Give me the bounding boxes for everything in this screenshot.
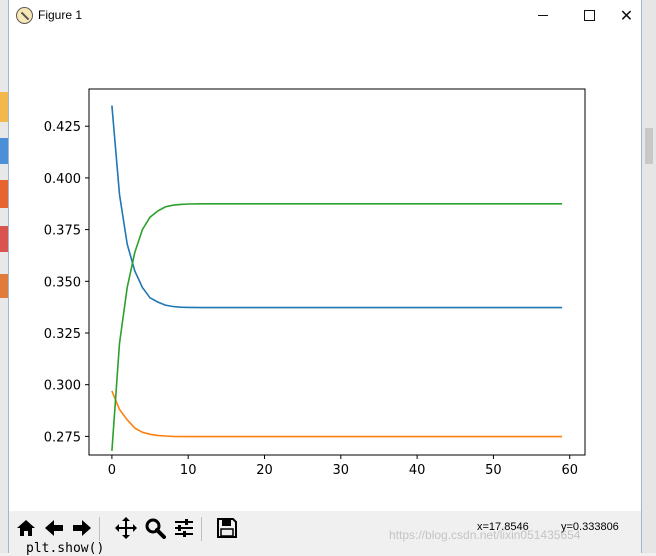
figure-canvas[interactable]: 0 10 20 30 40 50 60 0.275 0.300 0.325 0.350 0.375 0.… [9, 31, 641, 511]
cursor-y-readout: y=0.333806 [561, 521, 619, 533]
forward-icon [73, 520, 91, 536]
close-icon: ✕ [619, 5, 634, 25]
y-tick-label: 0.425 [44, 120, 81, 135]
background-app-tile [0, 226, 8, 252]
x-tick-label: 10 [180, 463, 197, 478]
axes-frame [88, 88, 586, 456]
y-tick-label: 0.325 [44, 327, 81, 342]
x-tick-label: 0 [108, 463, 116, 478]
x-tick-label: 20 [256, 463, 273, 478]
home-icon [17, 520, 35, 536]
y-tick-label: 0.375 [44, 224, 81, 239]
maximize-icon [583, 10, 595, 21]
background-code-text: plt.show() [26, 541, 105, 556]
background-app-tile [0, 138, 8, 164]
zoom-icon [145, 518, 166, 539]
minimize-icon [538, 15, 548, 16]
y-tick-label: 0.275 [44, 430, 81, 445]
x-tick-label: 50 [485, 463, 502, 478]
matplotlib-icon [16, 7, 33, 24]
back-icon [45, 520, 63, 536]
close-button[interactable]: ✕ [612, 0, 641, 31]
background-scrollbar[interactable] [641, 0, 656, 553]
y-tick-label: 0.400 [44, 172, 81, 187]
home-button[interactable] [13, 514, 39, 542]
back-button[interactable] [41, 514, 67, 542]
maximize-button[interactable] [566, 0, 612, 31]
y-tick-label: 0.300 [44, 379, 81, 394]
configure-subplots-icon [175, 519, 193, 537]
series-line-1 [111, 105, 563, 309]
x-tick-label: 40 [409, 463, 426, 478]
background-app-tile [0, 180, 8, 208]
minimize-button[interactable] [520, 0, 566, 31]
pan-icon [115, 517, 137, 539]
title-bar[interactable]: Figure 1 ✕ [9, 0, 641, 31]
configure-subplots-button[interactable] [171, 514, 197, 542]
background-app-tile [0, 274, 8, 298]
line-chart: 0 10 20 30 40 50 60 0.275 0.300 0.325 0.350 0.375 0.… [44, 88, 586, 478]
forward-button[interactable] [69, 514, 95, 542]
toolbar-separator [201, 517, 202, 541]
y-tick-label: 0.350 [44, 275, 81, 290]
background-app-tile [0, 92, 8, 122]
cursor-x-readout: x=17.8546 [477, 521, 529, 533]
x-tick-label: 60 [561, 463, 578, 478]
figure-window: Figure 1 ✕ 0 10 20 30 40 50 60 0.275 0.300 0.325 0… [8, 0, 642, 553]
toolbar-separator [99, 517, 100, 541]
series-line-3 [111, 203, 563, 451]
background-scroll-thumb[interactable] [645, 128, 653, 164]
window-title: Figure 1 [38, 8, 83, 22]
pan-button[interactable] [113, 514, 139, 542]
zoom-button[interactable] [142, 514, 168, 542]
save-icon [217, 518, 237, 538]
save-button[interactable] [214, 514, 240, 542]
series-line-2 [111, 390, 563, 438]
x-tick-label: 30 [333, 463, 350, 478]
